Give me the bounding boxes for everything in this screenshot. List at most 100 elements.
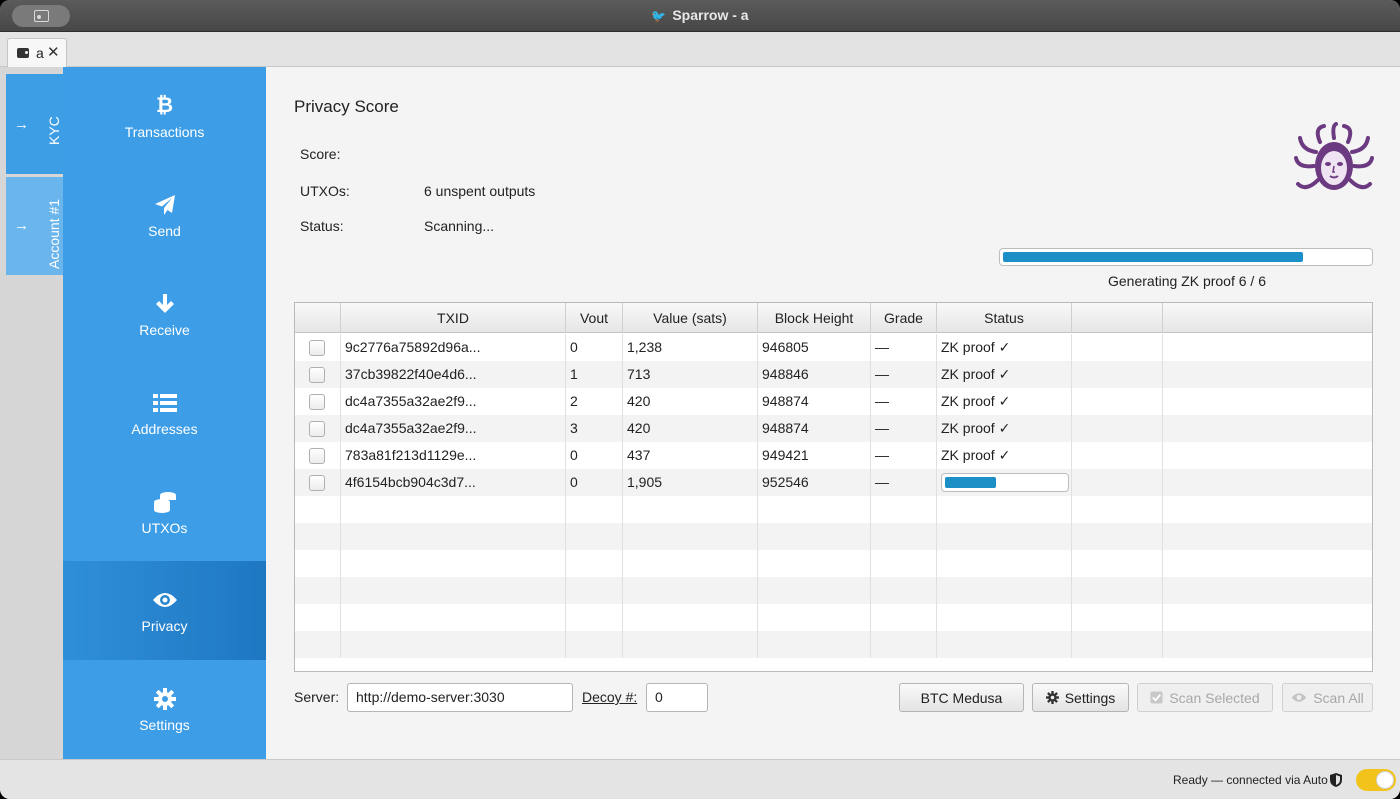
cell-status [937,469,1072,496]
cell-select [295,550,341,577]
row-select-checkbox[interactable] [309,421,325,437]
cell-vout [566,631,623,658]
sidebar-item-privacy[interactable]: Privacy [63,561,266,660]
table-row[interactable]: 37cb39822f40e4d6... 1 713 948846— ZK proof ✓ [295,361,1372,388]
cell-status: ZK proof ✓ [937,415,1072,442]
cell-value: 420 [623,388,758,415]
column-header-extra-1[interactable] [1072,303,1163,333]
table-row [295,577,1372,604]
column-header-value[interactable]: Value (sats) [623,303,758,333]
cell-block-height: 952546 [758,469,871,496]
cell-block-height: 948874 [758,415,871,442]
cell-extra-2 [1163,415,1372,442]
btc-medusa-button[interactable]: BTC Medusa [899,683,1024,712]
table-row[interactable]: 4f6154bcb904c3d7... 0 1,905 952546— [295,469,1372,496]
cell-txid [341,577,566,604]
cell-extra-2 [1163,334,1372,361]
table-header: TXID Vout Value (sats) Block Height Grad… [295,303,1372,333]
cell-extra-1 [1072,577,1163,604]
cell-value [623,550,758,577]
server-input[interactable]: http://demo-server:3030 [347,683,573,712]
cell-extra-1 [1072,415,1163,442]
score-label: Score: [300,146,341,162]
cell-extra-1 [1072,442,1163,469]
column-header-block-height[interactable]: Block Height [758,303,871,333]
cell-vout [566,577,623,604]
cell-txid: dc4a7355a32ae2f9... [341,388,566,415]
cell-grade: — [871,388,937,415]
cell-extra-2 [1163,496,1372,523]
row-select-checkbox[interactable] [309,475,325,491]
sidebar-item-label: Privacy [141,618,188,634]
decoy-count-input[interactable]: 0 [646,683,708,712]
cell-txid: 4f6154bcb904c3d7... [341,469,566,496]
cell-vout: 2 [566,388,623,415]
row-select-checkbox[interactable] [309,394,325,410]
scan-all-button[interactable]: Scan All [1282,683,1373,712]
account-tab-account-1[interactable]: → Account #1 [6,177,63,275]
cell-txid [341,496,566,523]
cell-vout [566,496,623,523]
row-select-checkbox[interactable] [309,367,325,383]
sparrow-icon: 🐦 [651,9,667,23]
cell-vout [566,604,623,631]
table-row[interactable]: 9c2776a75892d96a... 0 1,238 946805— ZK proof… [295,334,1372,361]
utxos-value: 6 unspent outputs [424,183,536,199]
cell-extra-1 [1072,550,1163,577]
sidebar-item-transactions[interactable]: ₿ Transactions [63,67,266,166]
gear-icon [1045,691,1059,704]
cell-block-height [758,523,871,550]
cell-extra-2 [1163,604,1372,631]
table-row[interactable]: 783a81f213d1129e... 0 437 949421— ZK proof ✓ [295,442,1372,469]
table-row [295,523,1372,550]
wallet-tab[interactable]: a ✕ [7,38,67,67]
sidebar-item-send[interactable]: Send [63,166,266,265]
table-row[interactable]: dc4a7355a32ae2f9... 3 420 948874— ZK proof ✓ [295,415,1372,442]
table-row [295,604,1372,631]
column-header-vout[interactable]: Vout [566,303,623,333]
cell-value: 1,238 [623,334,758,361]
cell-vout: 1 [566,361,623,388]
cell-extra-2 [1163,469,1372,496]
cell-value [623,577,758,604]
arrow-right-icon: → [14,116,29,133]
column-header-extra-2[interactable] [1163,303,1372,333]
cell-grade [871,631,937,658]
row-select-checkbox[interactable] [309,448,325,464]
connection-status-text: Ready — connected via Auto [1173,773,1328,787]
cell-status [937,496,1072,523]
arrow-right-icon: → [14,217,29,234]
window-title: 🐦 Sparrow - a [651,7,749,23]
column-header-select[interactable] [295,303,341,333]
sidebar: ₿ Transactions Send Receive Addresses UT… [63,67,266,759]
cell-txid [341,604,566,631]
sidebar-item-utxos[interactable]: UTXOs [63,463,266,562]
cell-block-height [758,550,871,577]
list-icon [63,392,266,414]
sidebar-item-addresses[interactable]: Addresses [63,364,266,463]
cell-grade [871,577,937,604]
app-window: 🐦 Sparrow - a a ✕ → KYC → Account #1 ₿ Tr… [0,0,1400,799]
cell-value: 437 [623,442,758,469]
column-header-txid[interactable]: TXID [341,303,566,333]
eye-icon [1291,693,1307,702]
server-connection-toggle[interactable] [1356,769,1396,791]
row-select-checkbox[interactable] [309,340,325,356]
cell-grade: — [871,361,937,388]
table-row[interactable]: dc4a7355a32ae2f9... 2 420 948874— ZK proof ✓ [295,388,1372,415]
sidebar-item-settings[interactable]: Settings [63,660,266,759]
privacy-panel: Privacy Score Score: UTXOs: 6 unspent ou… [266,67,1400,759]
settings-button[interactable]: Settings [1032,683,1129,712]
status-bar: Ready — connected via Auto [0,759,1400,799]
title-bar: 🐦 Sparrow - a [0,0,1400,32]
account-tab-kyc[interactable]: → KYC [6,74,63,174]
cell-extra-1 [1072,334,1163,361]
scan-selected-button[interactable]: Scan Selected [1137,683,1273,712]
close-icon[interactable]: ✕ [47,43,60,61]
sidebar-item-receive[interactable]: Receive [63,265,266,364]
cell-extra-2 [1163,442,1372,469]
column-header-grade[interactable]: Grade [871,303,937,333]
column-header-status[interactable]: Status [937,303,1072,333]
settings-button-label: Settings [1064,689,1116,706]
cell-select [295,631,341,658]
